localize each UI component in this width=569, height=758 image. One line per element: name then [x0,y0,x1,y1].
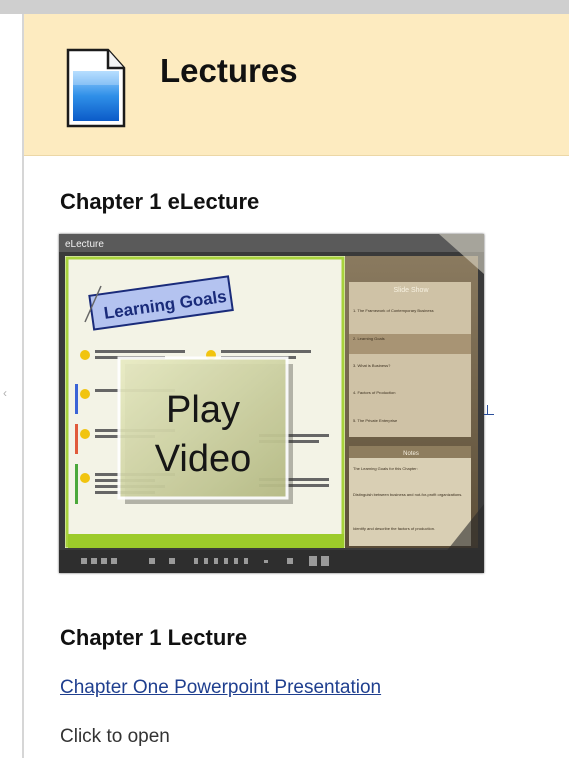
play-video-button[interactable]: Play Video [117,356,293,504]
collapse-handle[interactable]: ‹ [3,384,7,402]
electure-video-player[interactable]: eLecture Learning Goals Slide Show 1. Th… [59,234,484,573]
notes-line: The Learning Goals for this Chapter: [353,466,418,471]
notes-line: Distinguish between business and not-for… [353,492,462,497]
decorative-rule [484,414,494,415]
click-to-open-note: Click to open [60,726,170,747]
decorative-rule [487,405,488,415]
powerpoint-link[interactable]: Chapter One Powerpoint Presentation [60,677,381,699]
notes-line: Identify and describe the factors of pro… [353,526,435,531]
electure-heading: Chapter 1 eLecture [60,189,260,214]
top-bar [0,0,569,14]
slide-list-item: 4. Factors of Production [353,390,395,395]
document-icon [66,48,126,128]
video-label: Video [155,438,252,480]
slide-list-item: 5. The Private Enterprise [353,418,398,423]
page-title: Lectures [160,52,298,89]
slide-show-label: Slide Show [393,287,429,294]
slide-list-item: 3. What is Business? [353,363,391,368]
video-thumbnail: eLecture Learning Goals Slide Show 1. Th… [59,234,484,573]
lecture-heading: Chapter 1 Lecture [60,625,248,650]
play-label: Play [166,389,240,431]
video-window-title: eLecture [65,239,104,250]
slide-list-item: 2. Learning Goals [353,336,385,341]
notes-label: Notes [403,451,419,457]
slide-list-item: 1. The Framework of Contemporary Busines… [353,308,434,313]
